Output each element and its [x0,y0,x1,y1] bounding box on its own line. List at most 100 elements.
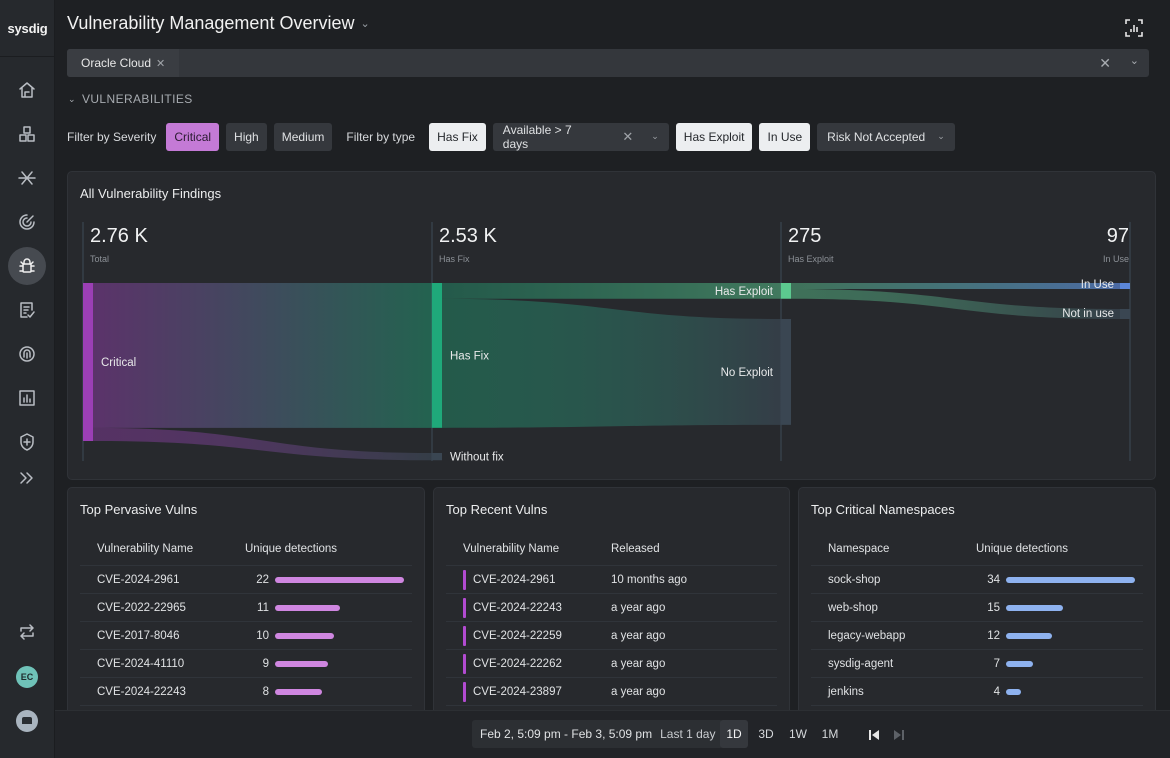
row-name[interactable]: legacy-webapp [811,630,976,642]
step-forward-button[interactable] [893,728,905,746]
time-range-value: Feb 2, 5:09 pm - Feb 3, 5:09 pm [480,727,653,741]
sidebar-expand[interactable] [8,459,46,497]
table-row[interactable]: web-shop 15 [811,594,1143,622]
released-value: a year ago [611,629,666,642]
time-preset-3d[interactable]: 3D [752,720,780,748]
in-use-toggle[interactable]: In Use [759,122,811,151]
severity-marker [463,681,466,702]
column-header[interactable]: Unique detections [976,543,1068,555]
table-row[interactable]: sysdig-agent 7 [811,650,1143,678]
table-row[interactable]: CVE-2024-22243 8 [80,678,412,706]
row-name[interactable]: CVE-2024-2961 [80,574,245,586]
row-count: 9 [262,657,269,670]
row-name[interactable]: CVE-2024-23897 [446,681,611,702]
table-row[interactable]: CVE-2022-22965 11 [80,594,412,622]
row-name[interactable]: CVE-2017-8046 [80,630,245,642]
card-title: Top Recent Vulns [446,502,548,517]
row-count: 12 [987,629,1000,642]
row-name[interactable]: jenkins [811,686,976,698]
table-row[interactable]: CVE-2024-22262 a year ago [446,650,777,678]
column-header[interactable]: Vulnerability Name [80,543,245,555]
sidebar-item-home[interactable] [8,71,46,109]
cve-id[interactable]: CVE-2024-22259 [473,630,562,642]
metric-value: 97 [1106,225,1129,247]
risk-acceptance-select[interactable]: Risk Not Accepted ⌄ [817,122,955,151]
severity-critical-button[interactable]: Critical [166,122,220,151]
cve-id[interactable]: CVE-2024-23897 [473,686,562,698]
row-name[interactable]: sock-shop [811,574,976,586]
table-row[interactable]: CVE-2017-8046 10 [80,622,412,650]
time-preset-1w[interactable]: 1W [784,720,812,748]
cve-id[interactable]: CVE-2024-22262 [473,658,562,670]
severity-medium-button[interactable]: Medium [273,122,333,151]
node-in-use [1120,283,1130,289]
has-exploit-toggle[interactable]: Has Exploit [675,122,753,151]
cve-id[interactable]: CVE-2024-2961 [473,574,555,586]
row-name[interactable]: CVE-2024-22243 [80,686,245,698]
availability-value: Available > 7 days [502,122,572,151]
sidebar-item-compliance[interactable] [8,291,46,329]
column-header[interactable]: Released [611,543,660,555]
sidebar-switch[interactable] [8,613,46,651]
column-header[interactable]: Vulnerability Name [446,543,611,555]
sidebar-item-integrations[interactable] [8,159,46,197]
page-title[interactable]: Vulnerability Management Overview ⌄ [67,13,370,34]
node-has-exploit [781,283,791,299]
row-name[interactable]: CVE-2024-2961 [446,569,611,590]
detections-bar [275,688,322,695]
clear-availability-icon[interactable]: ✕ [622,129,633,145]
sidebar-item-reports[interactable] [8,379,46,417]
remove-chip-icon[interactable]: ✕ [156,57,165,70]
chevron-down-icon[interactable]: ⌄ [1130,54,1139,67]
row-name[interactable]: web-shop [811,602,976,614]
time-preset-1d[interactable]: 1D [720,720,748,748]
table-row[interactable]: legacy-webapp 12 [811,622,1143,650]
focus-chart-icon [1125,19,1143,37]
has-fix-toggle[interactable]: Has Fix [429,122,486,151]
table-row[interactable]: CVE-2024-2961 22 [80,566,412,594]
fullscreen-button[interactable] [1124,18,1144,38]
row-name[interactable]: CVE-2022-22965 [80,602,245,614]
row-name[interactable]: CVE-2024-22259 [446,625,611,646]
table-row[interactable]: jenkins 4 [811,678,1143,706]
time-preset-1m[interactable]: 1M [816,720,844,748]
severity-marker [463,597,466,618]
severity-high-button[interactable]: High [226,122,267,151]
scope-chip[interactable]: Oracle Cloud ✕ [67,49,180,77]
metric-value: 275 [788,225,822,247]
user-avatar[interactable]: EC [16,666,38,688]
table-row[interactable]: CVE-2024-41110 9 [80,650,412,678]
table-row[interactable]: CVE-2024-23897 a year ago [446,678,777,706]
scope-filter-bar[interactable]: Oracle Cloud ✕ ✕ ⌄ [67,49,1149,77]
skip-forward-icon [894,730,904,740]
table-row[interactable]: sock-shop 34 [811,566,1143,594]
detections-bar [1006,604,1063,611]
support-icon[interactable] [16,710,38,732]
filter-bar: Filter by Severity Critical High Medium … [67,122,962,151]
column-header[interactable]: Unique detections [245,543,337,555]
sidebar-item-vulnerabilities[interactable] [8,247,46,285]
row-name[interactable]: sysdig-agent [811,658,976,670]
sidebar-item-inventory[interactable] [8,115,46,153]
clear-scope-icon[interactable]: ✕ [1099,55,1111,72]
table-row[interactable]: CVE-2024-22259 a year ago [446,622,777,650]
critical-namespaces-card: Top Critical Namespaces Namespace Unique… [798,487,1156,717]
sysdig-logo[interactable]: sysdig [0,0,55,57]
sidebar-item-identity[interactable] [8,335,46,373]
detections-bar [1006,660,1033,667]
table-row[interactable]: CVE-2024-22243 a year ago [446,594,777,622]
row-name[interactable]: CVE-2024-41110 [80,658,245,670]
cve-id[interactable]: CVE-2024-22243 [473,602,562,614]
row-name[interactable]: CVE-2024-22262 [446,653,611,674]
time-navigation-bar: Feb 2, 5:09 pm - Feb 3, 5:09 pm Last 1 d… [55,710,1170,758]
time-range-picker[interactable]: Feb 2, 5:09 pm - Feb 3, 5:09 pm Last 1 d… [472,720,724,748]
availability-select[interactable]: Available > 7 days ✕ ⌄ [492,122,669,151]
detections-bar [1006,688,1022,695]
sidebar-item-threats[interactable] [8,203,46,241]
row-name[interactable]: CVE-2024-22243 [446,597,611,618]
sidebar-item-policies[interactable] [8,423,46,461]
section-toggle-vulnerabilities[interactable]: ⌄ VULNERABILITIES [68,92,193,106]
table-row[interactable]: CVE-2024-2961 10 months ago [446,566,777,594]
column-header[interactable]: Namespace [811,543,976,555]
step-back-button[interactable] [868,728,880,746]
